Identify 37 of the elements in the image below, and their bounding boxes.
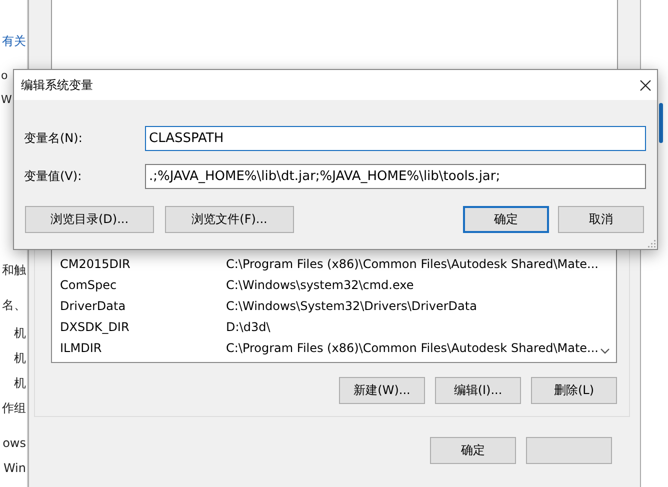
- variable-value: D:\d3d\: [226, 320, 270, 334]
- scroll-down-icon[interactable]: [600, 348, 610, 354]
- window-text: 机: [14, 325, 26, 342]
- window-text: 机: [14, 375, 26, 392]
- variable-name: CM2015DIR: [60, 256, 132, 270]
- variable-name: DriverData: [60, 298, 127, 312]
- variable-value: C:\Program Files (x86)\Common Files\Autodesk Shared\Mate...: [226, 340, 598, 354]
- window-text: Win: [3, 460, 26, 477]
- input-field[interactable]: CLASSPATH: [145, 126, 646, 151]
- window-title: 编辑系统变量: [21, 76, 93, 94]
- window-text: ows: [2, 435, 26, 452]
- window-text: 和触: [2, 262, 26, 279]
- list-button[interactable]: 编辑(I)...: [435, 377, 521, 404]
- window-text: o: [1, 68, 8, 84]
- window-text: 机: [14, 350, 26, 367]
- browse-button[interactable]: 浏览文件(F)...: [165, 206, 294, 233]
- window-text: 名、: [2, 297, 26, 314]
- close-icon[interactable]: [640, 80, 651, 90]
- variable-value: C:\Program Files (x86)\Common Files\Autodesk Shared\Mate...: [226, 256, 598, 270]
- resize-grip-icon[interactable]: [648, 240, 656, 248]
- cancel-button[interactable]: 取消: [558, 206, 644, 233]
- variable-name: DXSDK_DIR: [60, 320, 130, 334]
- window-text: 作组: [2, 400, 26, 417]
- list-button[interactable]: 删除(L): [531, 377, 617, 404]
- ok-button[interactable]: 确定: [430, 437, 516, 464]
- variable-name: ILMDIR: [60, 340, 103, 354]
- browse-button[interactable]: 浏览目录(D)...: [25, 206, 154, 233]
- input-field[interactable]: .;%JAVA_HOME%\lib\dt.jar;%JAVA_HOME%\lib\tools.jar;: [145, 164, 646, 189]
- field-label: 变量值(V):: [24, 168, 83, 185]
- variable-value: C:\Windows\system32\cmd.exe: [226, 278, 414, 292]
- ok-button[interactable]: 确定: [463, 206, 549, 233]
- link-text[interactable]: 有关: [2, 32, 26, 50]
- window-text: W: [1, 92, 12, 108]
- variable-name: ComSpec: [60, 278, 118, 292]
- field-label: 变量名(N):: [24, 130, 84, 147]
- list-button[interactable]: 新建(W)...: [339, 377, 425, 404]
- variable-value: C:\Windows\System32\Drivers\DriverData: [226, 298, 477, 312]
